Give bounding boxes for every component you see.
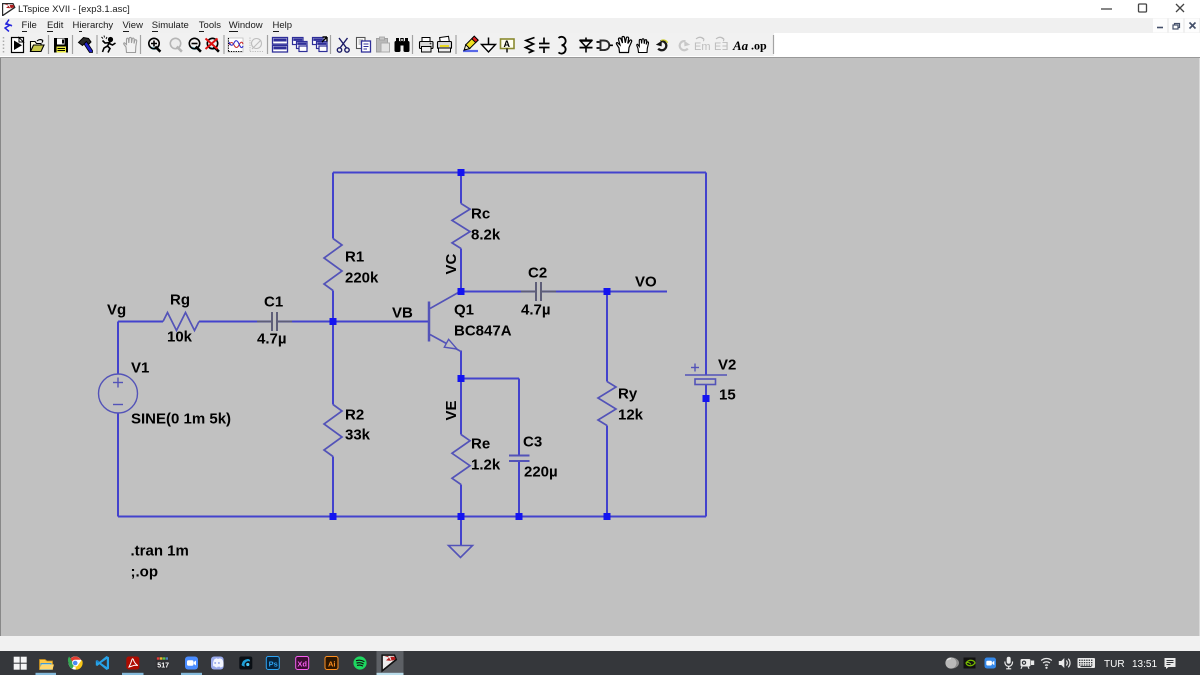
svg-text:BC847A: BC847A [454,322,512,339]
svg-text:Re: Re [471,435,490,452]
svg-text:33k: 33k [345,426,371,443]
svg-text:10k: 10k [167,328,193,345]
svg-text:220k: 220k [345,269,379,286]
svg-text:12k: 12k [618,406,644,423]
svg-text:517: 517 [157,662,169,669]
svg-text:;.op: ;.op [131,563,159,580]
svg-text:VB: VB [392,304,413,321]
svg-text:VE: VE [443,400,460,420]
svg-text:4.7µ: 4.7µ [257,330,287,347]
svg-text:15: 15 [719,386,736,403]
svg-text:Rg: Rg [170,291,190,308]
svg-text:Vg: Vg [107,301,126,318]
svg-text:8.2k: 8.2k [471,226,501,243]
svg-text:.tran 1m: .tran 1m [131,542,189,559]
svg-text:Xd: Xd [297,659,307,668]
svg-text:Ry: Ry [618,385,638,402]
svg-text:1.2k: 1.2k [471,456,501,473]
svg-text:C3: C3 [523,433,542,450]
svg-text:.op: .op [751,39,767,53]
svg-text:VO: VO [635,273,657,290]
svg-text:Em: Em [694,41,711,53]
svg-text:220µ: 220µ [524,463,558,480]
svg-text:V1: V1 [131,359,149,376]
svg-text:C1: C1 [264,293,283,310]
svg-text:Rc: Rc [471,205,490,222]
svg-text:Aa: Aa [732,38,749,53]
svg-text:4.7µ: 4.7µ [521,301,551,318]
svg-text:E∃: E∃ [714,41,728,53]
svg-text:SINE(0 1m 5k): SINE(0 1m 5k) [131,410,231,427]
svg-text:Ai: Ai [328,659,336,668]
svg-text:Ps: Ps [269,659,278,668]
svg-text:R1: R1 [345,248,364,265]
svg-text:R2: R2 [345,406,364,423]
svg-text:A: A [504,39,511,49]
svg-text:C2: C2 [528,264,547,281]
svg-text:Q1: Q1 [454,301,474,318]
svg-text:V2: V2 [718,356,736,373]
svg-text:VC: VC [443,253,460,274]
